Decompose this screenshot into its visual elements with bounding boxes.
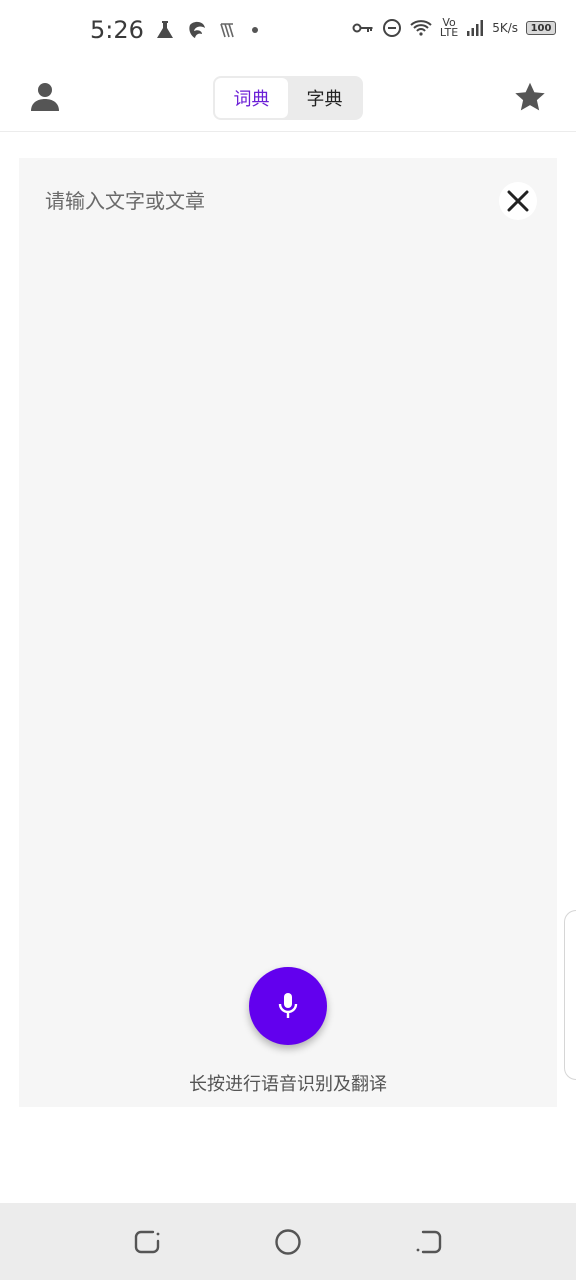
key-icon [352,20,374,36]
dictionary-toggle: 词典 字典 [213,76,363,120]
profile-button[interactable] [28,80,62,114]
recents-icon [416,1230,442,1254]
status-right: Vo LTE 5 K/s 100 [352,17,556,39]
volte-icon: Vo LTE [439,17,459,39]
microphone-icon [278,993,298,1018]
notification-dot-icon [248,23,262,37]
home-icon [275,1229,301,1255]
tab-word-dictionary[interactable]: 词典 [215,78,288,118]
volte-bottom-label: LTE [439,26,459,39]
navigation-bar [0,1203,576,1280]
voice-input-button[interactable] [249,967,327,1045]
favorites-button[interactable] [512,79,548,115]
nav-back-button[interactable] [132,1227,162,1257]
back-icon [134,1230,160,1254]
battery-icon: 100 [526,21,556,35]
voice-hint: 长按进行语音识别及翻译 [189,1074,387,1095]
edge-panel-handle[interactable] [564,910,576,1080]
do-not-disturb-icon [382,18,402,38]
status-left: 5:26 [90,16,262,44]
status-time: 5:26 [90,16,144,44]
nav-home-button[interactable] [273,1227,303,1257]
clear-button[interactable] [499,182,537,220]
speed-value: 5 [492,20,500,35]
network-speed: 5 K/s [492,20,518,35]
app-swirl-icon [186,19,208,41]
input-panel: 长按进行语音识别及翻译 [19,158,557,1107]
app-stripes-icon [218,20,238,40]
person-icon [31,83,59,111]
status-bar: 5:26 Vo LTE 5 K/s 100 [0,0,576,64]
star-icon [515,82,545,111]
tab-character-dictionary[interactable]: 字典 [288,78,361,118]
nav-recents-button[interactable] [414,1227,444,1257]
text-input[interactable] [45,186,485,216]
speed-unit: K/s [499,20,518,35]
app-bar: 词典 字典 [0,64,576,132]
flask-icon [154,19,176,41]
wifi-icon [410,19,432,37]
close-icon [507,190,529,212]
signal-icon [466,19,484,37]
